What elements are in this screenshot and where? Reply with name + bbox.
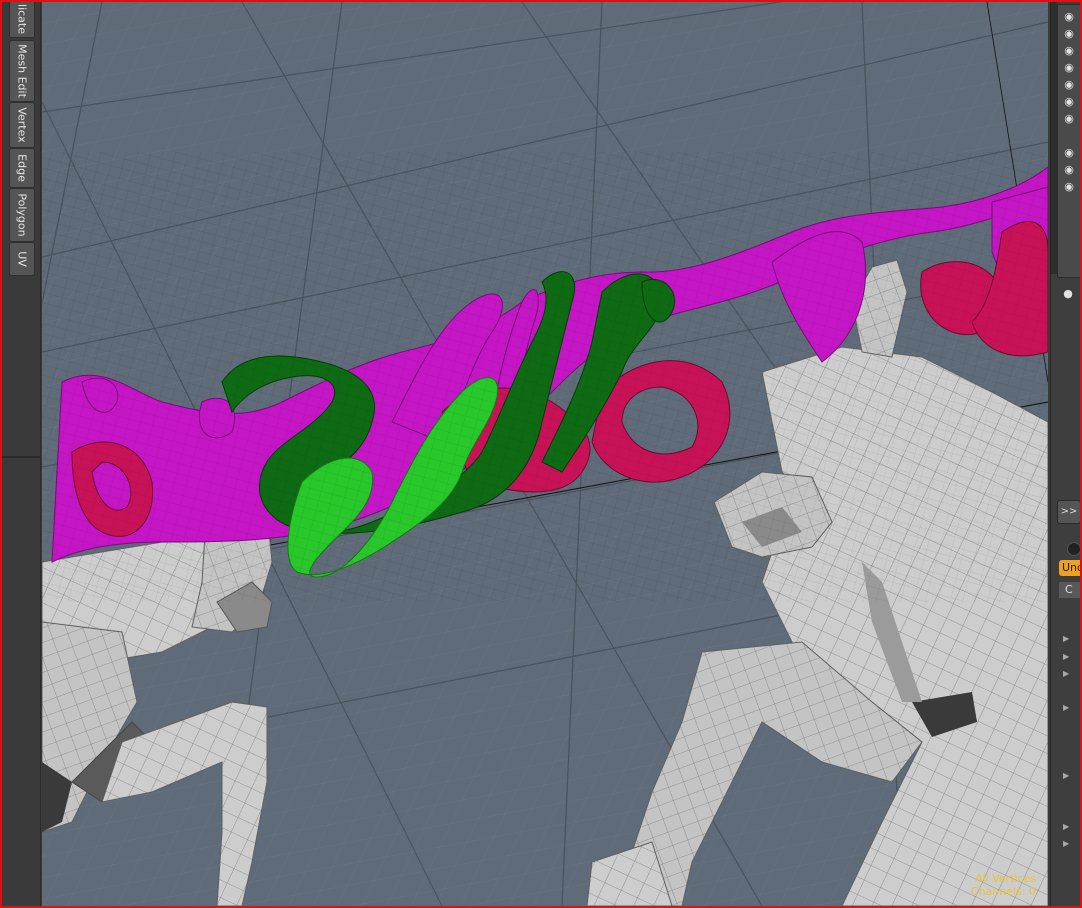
expand-triangle-icon[interactable]: ▶: [1063, 634, 1069, 643]
viewport-scene: [42, 2, 1048, 906]
tab-label: Edge: [15, 154, 29, 182]
tab-label: Vertex: [15, 107, 29, 143]
radio-toggle[interactable]: [1067, 542, 1080, 556]
undo-tab[interactable]: Und: [1059, 560, 1080, 576]
expand-triangle-icon[interactable]: ▶: [1063, 669, 1069, 678]
right-panel: ◉ ◉ ◉ ◉ ◉ ◉ ◉ ◉ ◉ ◉ ● >> Und C ▶ ▶ ▶ ▶ ▶…: [1050, 2, 1080, 906]
eye-icon[interactable]: ◉: [1062, 79, 1076, 91]
circle-icon[interactable]: ●: [1061, 288, 1075, 300]
tab-label: Mesh Edit: [15, 44, 29, 98]
tab-polygon[interactable]: Polygon: [9, 188, 35, 242]
eye-icon[interactable]: ◉: [1062, 164, 1076, 176]
app-window: licate Mesh Edit Vertex Edge Polygon UV: [0, 0, 1082, 908]
expand-triangle-icon[interactable]: ▶: [1063, 822, 1069, 831]
tab-uv[interactable]: UV: [9, 242, 35, 276]
tab-mesh-edit[interactable]: Mesh Edit: [9, 40, 35, 102]
panel-divider: [2, 456, 40, 458]
3d-viewport[interactable]: All Vertices Channels: 0: [42, 2, 1048, 906]
eye-icon[interactable]: ◉: [1062, 96, 1076, 108]
tab-label: Polygon: [15, 193, 29, 237]
selection-mode-label: All Vertices: [974, 872, 1036, 885]
viewport-status: All Vertices Channels: 0: [971, 872, 1036, 898]
expand-panel-button[interactable]: >>: [1057, 500, 1080, 524]
expand-triangle-icon[interactable]: ▶: [1063, 703, 1069, 712]
tab-label: licate: [15, 4, 29, 34]
eye-icon[interactable]: ◉: [1062, 28, 1076, 40]
eye-icon[interactable]: ◉: [1062, 113, 1076, 125]
tab-vertex[interactable]: Vertex: [9, 102, 35, 148]
properties-header: C: [1059, 582, 1080, 598]
expand-triangle-icon[interactable]: ▶: [1063, 839, 1069, 848]
eye-icon[interactable]: ◉: [1062, 11, 1076, 23]
expand-triangle-icon[interactable]: ▶: [1063, 771, 1069, 780]
left-tool-tabs: licate Mesh Edit Vertex Edge Polygon UV: [2, 2, 41, 906]
channels-label: Channels: 0: [970, 885, 1036, 898]
eye-icon[interactable]: ◉: [1062, 45, 1076, 57]
item-list: ◉ ◉ ◉ ◉ ◉ ◉ ◉ ◉ ◉ ◉: [1057, 4, 1080, 278]
eye-icon[interactable]: ◉: [1062, 62, 1076, 74]
tab-edge[interactable]: Edge: [9, 148, 35, 188]
expand-triangle-icon[interactable]: ▶: [1063, 652, 1069, 661]
tab-label: UV: [15, 251, 29, 267]
eye-icon[interactable]: ◉: [1062, 147, 1076, 159]
tab-duplicate[interactable]: licate: [9, 2, 35, 38]
mesh-wireframe-overlay: [42, 152, 1048, 602]
eye-icon[interactable]: ◉: [1062, 181, 1076, 193]
